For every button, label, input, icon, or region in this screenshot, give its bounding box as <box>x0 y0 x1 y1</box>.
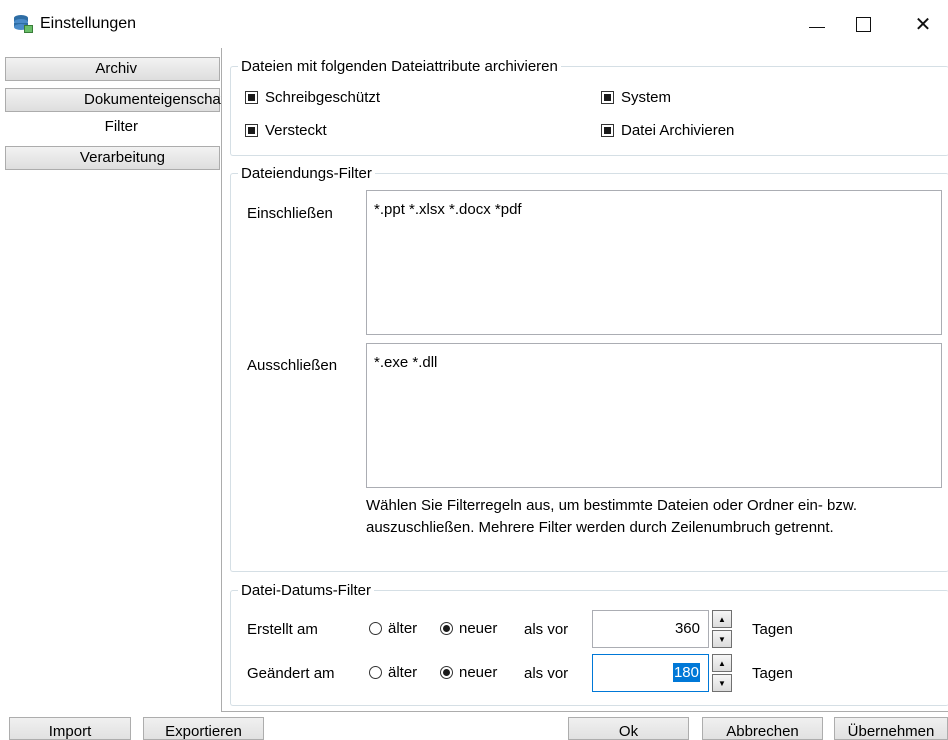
radio-circle[interactable] <box>440 666 453 679</box>
maximize-button[interactable] <box>840 0 886 48</box>
created-days-input[interactable]: 360 <box>592 610 709 648</box>
created-prefix: als vor <box>524 621 569 638</box>
spin-down-icon[interactable]: ▼ <box>712 674 732 692</box>
checkbox-box[interactable] <box>601 91 614 104</box>
tab-label: Archiv <box>95 60 137 77</box>
checkbox-box[interactable] <box>245 124 258 137</box>
title-bar: Einstellungen ✕ <box>0 0 948 48</box>
created-newer-radio[interactable]: neuer <box>440 620 497 637</box>
cancel-button[interactable]: Abbrechen <box>702 717 823 740</box>
radio-label: neuer <box>459 664 498 681</box>
created-older-radio[interactable]: älter <box>369 620 417 637</box>
exclude-label: Ausschließen <box>247 357 338 374</box>
modified-label: Geändert am <box>247 665 335 682</box>
date-filter-groupbox: Datei-Datums-Filter <box>230 582 948 706</box>
tab-archiv[interactable]: Archiv <box>5 57 220 81</box>
checkbox-label: Versteckt <box>265 122 327 139</box>
checkbox-box[interactable] <box>245 91 258 104</box>
maximize-icon <box>855 16 871 32</box>
created-label: Erstellt am <box>247 621 318 638</box>
checkbox-datei-archivieren[interactable]: Datei Archivieren <box>601 122 734 139</box>
date-filter-legend: Datei-Datums-Filter <box>241 582 372 599</box>
checkbox-box[interactable] <box>601 124 614 137</box>
include-textarea[interactable]: *.ppt *.xlsx *.docx *pdf <box>366 190 942 335</box>
exclude-textarea[interactable]: *.exe *.dll <box>366 343 942 488</box>
radio-circle[interactable] <box>440 622 453 635</box>
ok-button[interactable]: Ok <box>568 717 689 740</box>
modified-prefix: als vor <box>524 665 569 682</box>
tab-verarbeitung[interactable]: Verarbeitung <box>5 146 220 170</box>
created-days-spinner[interactable]: ▲ ▼ <box>712 610 732 648</box>
close-button[interactable]: ✕ <box>900 0 946 48</box>
checkbox-label: System <box>621 89 672 106</box>
checkbox-label: Datei Archivieren <box>621 122 735 139</box>
radio-circle[interactable] <box>369 666 382 679</box>
radio-label: neuer <box>459 620 498 637</box>
radio-label: älter <box>388 664 418 681</box>
modified-days-value: 180 <box>672 663 700 682</box>
tab-filter[interactable]: Filter <box>5 116 220 140</box>
spin-down-icon[interactable]: ▼ <box>712 630 732 648</box>
spin-up-icon[interactable]: ▲ <box>712 654 732 672</box>
radio-circle[interactable] <box>369 622 382 635</box>
apply-button[interactable]: Übernehmen <box>834 717 948 740</box>
tab-label: Filter <box>104 118 138 135</box>
import-button[interactable]: Import <box>9 717 131 740</box>
checkbox-system[interactable]: System <box>601 89 671 106</box>
checkbox-schreibgeschuetzt[interactable]: Schreibgeschützt <box>245 89 380 106</box>
modified-newer-radio[interactable]: neuer <box>440 664 497 681</box>
attributes-groupbox: Dateien mit folgenden Dateiattribute arc… <box>230 58 948 156</box>
include-label: Einschließen <box>247 205 333 222</box>
filter-help-text: Wählen Sie Filterregeln aus, um bestimmt… <box>366 497 858 536</box>
modified-days-input[interactable]: 180 <box>592 654 709 692</box>
attributes-legend: Dateien mit folgenden Dateiattribute arc… <box>241 58 558 75</box>
modified-days-spinner[interactable]: ▲ ▼ <box>712 654 732 692</box>
window-title: Einstellungen <box>40 15 137 32</box>
minimize-icon <box>809 26 825 28</box>
checkbox-versteckt[interactable]: Versteckt <box>245 122 327 139</box>
export-button[interactable]: Exportieren <box>143 717 264 740</box>
tab-dokumenteigenschaften[interactable]: Dokumenteigenschaften <box>5 88 246 112</box>
spin-up-icon[interactable]: ▲ <box>712 610 732 628</box>
extension-filter-legend: Dateiendungs-Filter <box>241 165 372 182</box>
created-unit: Tagen <box>752 621 793 638</box>
stacked-disks-icon <box>12 14 34 34</box>
close-icon: ✕ <box>914 13 932 36</box>
checkbox-label: Schreibgeschützt <box>265 89 381 106</box>
minimize-button[interactable] <box>794 0 840 48</box>
modified-older-radio[interactable]: älter <box>369 664 417 681</box>
modified-unit: Tagen <box>752 665 793 682</box>
radio-label: älter <box>388 620 418 637</box>
tab-label: Verarbeitung <box>79 149 165 166</box>
